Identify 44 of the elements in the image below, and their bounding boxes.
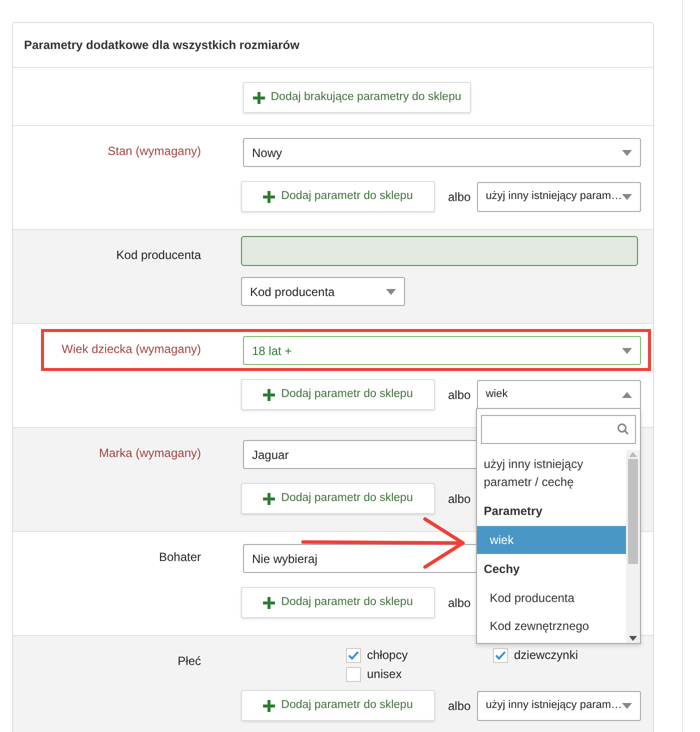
add-parameter-button[interactable]: Dodaj parametr do sklepu (241, 379, 435, 410)
plus-icon (263, 190, 276, 202)
panel-title: Parametry dodatkowe dla wszystkich rozmiarów (24, 37, 300, 54)
add-parameter-button[interactable]: Dodaj parametr do sklepu (241, 483, 435, 514)
or-label: albo (448, 188, 471, 206)
plus-icon (263, 388, 276, 400)
checkbox[interactable] (346, 648, 361, 662)
field-label: Płeć (178, 653, 201, 670)
checkbox[interactable] (346, 666, 361, 682)
add-parameter-button[interactable]: Dodaj parametr do sklepu (241, 587, 435, 618)
or-label: albo (448, 386, 471, 404)
plus-icon (263, 596, 276, 608)
gender-checkbox[interactable]: unisex (346, 665, 493, 683)
add-parameter-button[interactable]: Dodaj parametr do sklepu (241, 181, 435, 212)
parameter-select[interactable]: użyj inny istniejący param… (476, 182, 641, 212)
field-label: Bohater (158, 549, 201, 566)
scrollbar[interactable] (626, 450, 640, 642)
value-select[interactable]: 18 lat + (243, 336, 641, 365)
gender-checkbox[interactable]: chłopcy (346, 646, 493, 664)
search-field[interactable] (480, 414, 636, 444)
plus-icon (263, 700, 276, 712)
option-group-label: Parametry (482, 502, 544, 520)
plus-icon (252, 92, 265, 104)
parameter-select[interactable]: użyj inny istniejący param… (476, 690, 641, 720)
checkbox[interactable] (493, 648, 508, 662)
field-label: Wiek dziecka (wymagany) (62, 341, 201, 358)
add-parameter-button[interactable]: Dodaj parametr do sklepu (241, 690, 435, 721)
value-select[interactable]: Nowy (243, 138, 641, 167)
or-label: albo (448, 490, 471, 508)
field-label: Marka (wymagany) (98, 445, 201, 462)
search-icon (616, 423, 629, 435)
field-label: Kod producenta (116, 247, 201, 264)
parameter-select[interactable]: wiek (476, 380, 641, 410)
gender-checkbox[interactable]: dziewczynki (493, 646, 643, 664)
field-label: Stan (wymagany) (108, 143, 201, 160)
add-parameter-button[interactable]: Dodaj brakujące parametry do sklepu (243, 82, 471, 113)
producer-code-input[interactable] (241, 236, 638, 266)
or-label: albo (448, 698, 471, 714)
or-label: albo (448, 594, 471, 612)
dropdown-option[interactable]: Kod producenta (476, 584, 626, 612)
dropdown-option[interactable]: Kod zewnętrznego (476, 612, 626, 640)
scroll-up-icon[interactable] (628, 452, 637, 456)
code-type-select[interactable]: Kod producenta (241, 277, 405, 306)
plus-icon (263, 492, 276, 504)
